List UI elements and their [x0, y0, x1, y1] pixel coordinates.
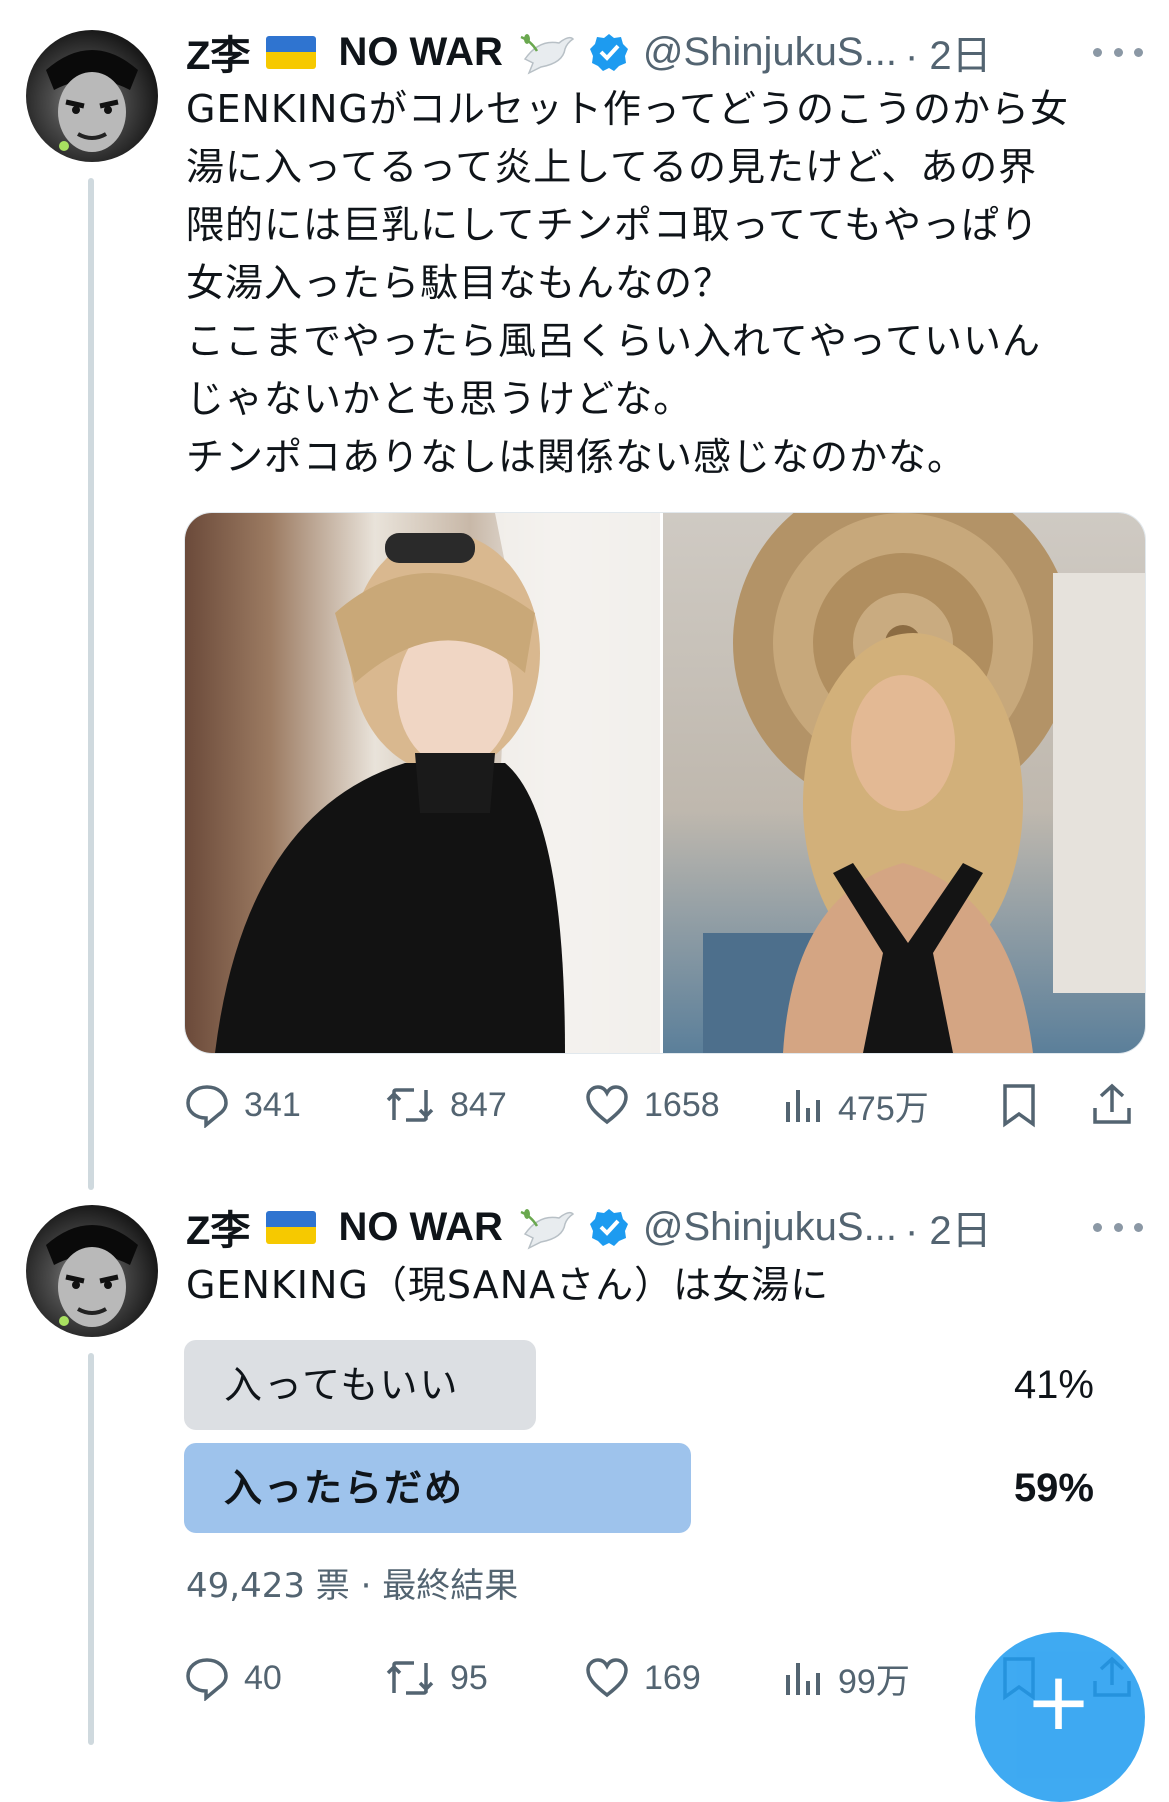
poll-meta: 49,423 票 · 最終結果	[186, 1566, 519, 1606]
reply-count: 40	[244, 1658, 282, 1697]
retweet-count: 847	[450, 1085, 507, 1124]
tweet-text-line: じゃないかとも思うけどな。	[186, 377, 693, 421]
author-handle[interactable]: @ShinjukuS...	[643, 30, 897, 75]
retweet-icon	[386, 1661, 434, 1695]
tweet-text-line: 女湯入ったら駄目なもんなの？	[186, 261, 733, 305]
more-icon[interactable]	[1093, 42, 1143, 62]
more-icon[interactable]	[1093, 1217, 1143, 1237]
tweet-actions: 341 847 1658 475万	[184, 1075, 1144, 1135]
ukraine-flag-icon	[266, 1210, 317, 1244]
views-button[interactable]: 99万	[784, 1648, 910, 1708]
author-name[interactable]: Z李	[186, 1198, 250, 1256]
photo-portrait-swimsuit	[703, 513, 1145, 1053]
media-image-2[interactable]	[663, 513, 1145, 1053]
timestamp[interactable]: · 2日	[905, 23, 992, 81]
retweet-icon	[386, 1088, 434, 1122]
poll-option-percent: 59%	[1013, 1466, 1094, 1510]
retweet-button[interactable]: 847	[384, 1075, 507, 1135]
reply-button[interactable]: 40	[184, 1648, 282, 1708]
compose-button[interactable]: +	[975, 1632, 1145, 1802]
author-name[interactable]: Z李	[186, 23, 250, 81]
tweet-text-line: ここまでやったら風呂くらい入れてやっていいん	[186, 319, 1041, 363]
author-name-suffix[interactable]: NO WAR	[338, 30, 502, 75]
reply-icon	[186, 1658, 228, 1701]
tweet-header: Z李 NO WAR @ShinjukuS... · 2日	[186, 1197, 992, 1257]
retweet-button[interactable]: 95	[384, 1648, 488, 1708]
tweet-text-line: 隈的には巨乳にしてチンポコ取っててもやっぱり	[186, 203, 1040, 247]
reply-icon	[186, 1085, 228, 1128]
share-icon	[1093, 1083, 1131, 1124]
views-icon	[786, 1663, 820, 1695]
author-name-suffix[interactable]: NO WAR	[338, 1205, 502, 1250]
view-count: 99万	[838, 1662, 910, 1701]
like-count: 169	[644, 1658, 701, 1697]
avatar[interactable]	[26, 30, 158, 162]
author-handle[interactable]: @ShinjukuS...	[643, 1205, 897, 1250]
share-button[interactable]	[1089, 1075, 1149, 1135]
avatar-illustration	[46, 50, 138, 152]
tweet-text-line: GENKINGがコルセット作ってどうのこうのから女	[186, 87, 1069, 131]
like-icon	[586, 1085, 628, 1125]
poll-option: 入ってもいい 41%	[184, 1340, 1134, 1430]
thread-line	[88, 178, 94, 1190]
like-button[interactable]: 1658	[584, 1075, 720, 1135]
avatar[interactable]	[26, 1205, 158, 1337]
like-count: 1658	[644, 1085, 720, 1124]
views-icon	[786, 1090, 820, 1122]
plus-icon: +	[1025, 1655, 1093, 1748]
bookmark-button[interactable]	[999, 1075, 1053, 1135]
poll-option-label: 入ってもいい	[224, 1363, 460, 1407]
tweet-text-line: GENKING（現SANAさん）は女湯に	[186, 1263, 830, 1307]
tweet-text: GENKINGがコルセット作ってどうのこうのから女 湯に入ってるって炎上してるの…	[186, 80, 1146, 486]
timestamp[interactable]: · 2日	[905, 1198, 992, 1256]
reply-button[interactable]: 341	[184, 1075, 301, 1135]
like-button[interactable]: 169	[584, 1648, 701, 1708]
view-count: 475万	[838, 1089, 929, 1128]
photo-portrait-dark-dress	[215, 513, 660, 1053]
avatar-illustration	[46, 1225, 138, 1327]
media-grid	[184, 512, 1146, 1054]
dove-icon	[520, 34, 575, 75]
thread-line	[88, 1353, 94, 1745]
tweet-text-line: 湯に入ってるって炎上してるの見たけど、あの界	[186, 145, 1038, 189]
reply-count: 341	[244, 1085, 301, 1124]
like-icon	[586, 1658, 628, 1698]
ukraine-flag-icon	[266, 35, 317, 69]
bookmark-icon	[1003, 1084, 1035, 1128]
verified-icon	[589, 1209, 628, 1246]
media-image-1[interactable]	[185, 513, 660, 1053]
views-button[interactable]: 475万	[784, 1075, 929, 1135]
dove-icon	[520, 1209, 575, 1250]
poll-option: 入ったらだめ 59%	[184, 1443, 1134, 1533]
tweet-text-line: チンポコありなしは関係ない感じなのかな。	[186, 435, 967, 479]
poll-option-percent: 41%	[1013, 1363, 1094, 1407]
tweet-text: GENKING（現SANAさん）は女湯に	[186, 1256, 1146, 1314]
tweet[interactable]: Z李 NO WAR @ShinjukuS... · 2日 GENKINGがコルセ…	[0, 0, 1169, 1190]
retweet-count: 95	[450, 1658, 488, 1697]
verified-icon	[589, 34, 628, 71]
poll-option-label: 入ったらだめ	[224, 1466, 465, 1510]
tweet-header: Z李 NO WAR @ShinjukuS... · 2日	[186, 22, 992, 82]
